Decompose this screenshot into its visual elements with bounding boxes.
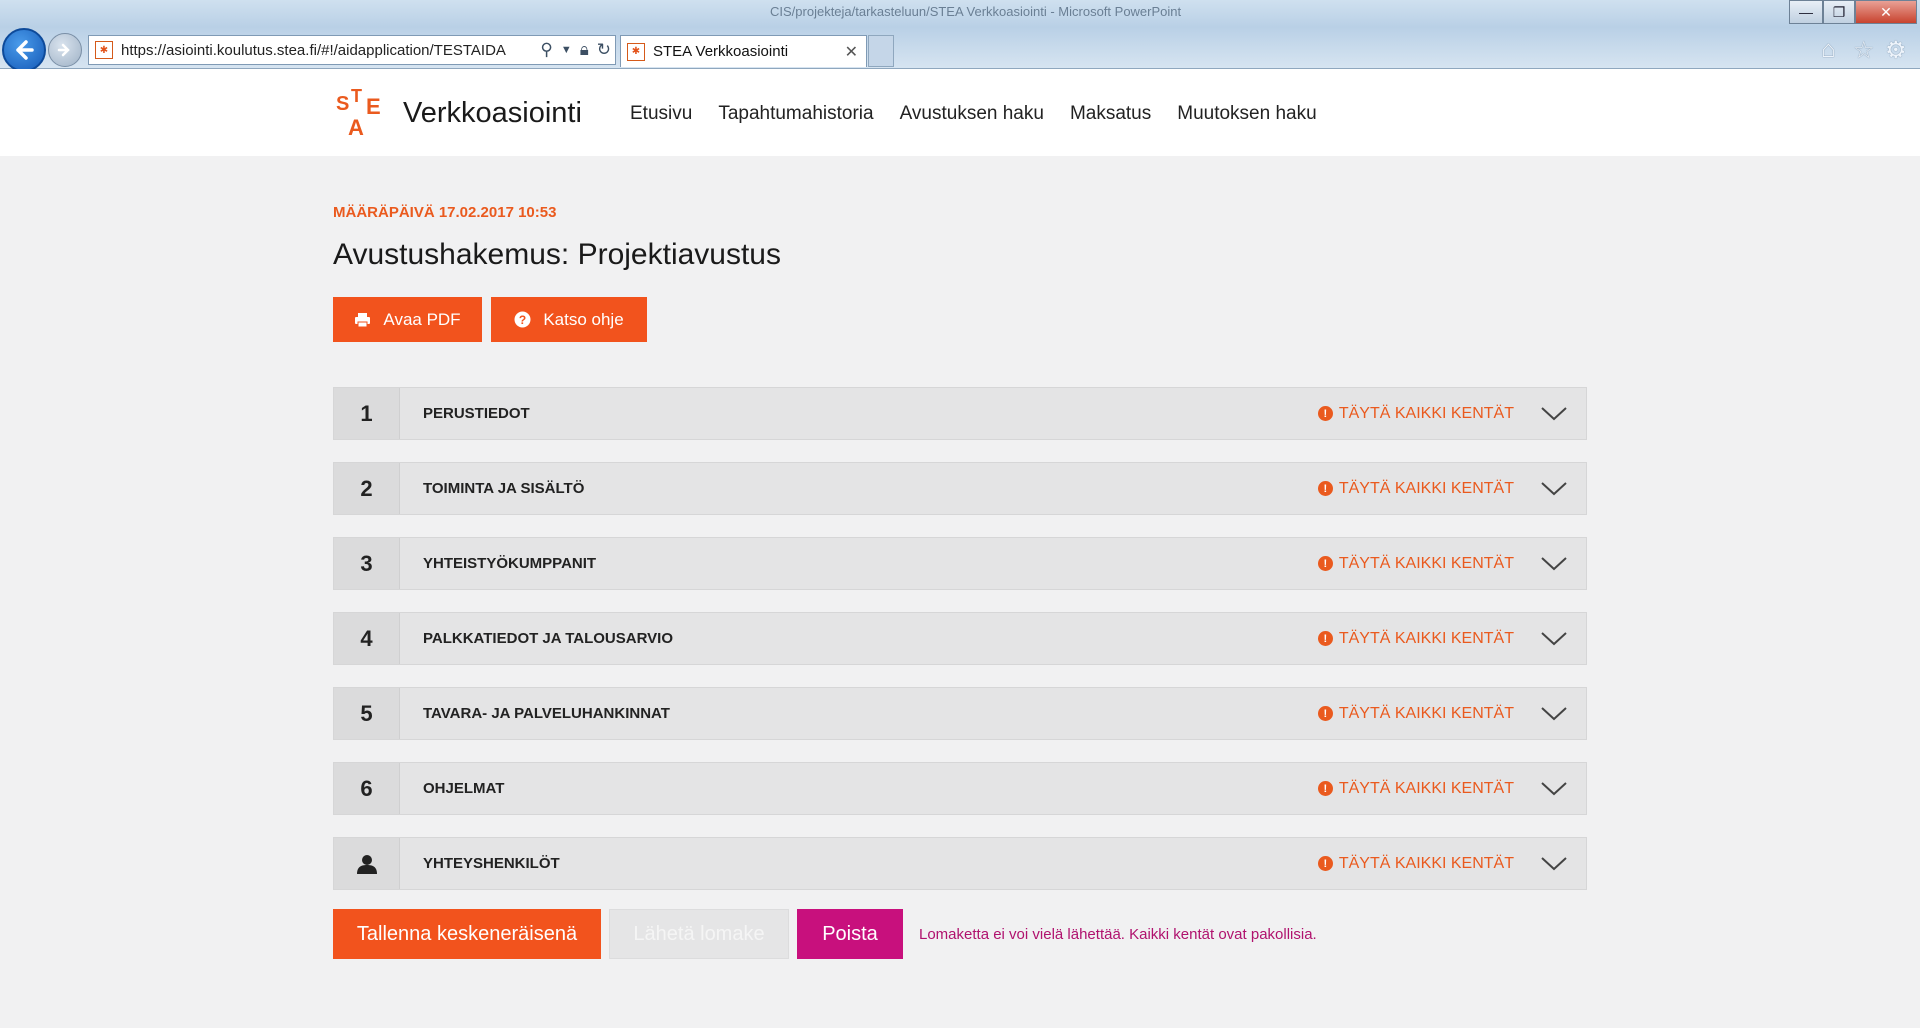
page-title: Avustushakemus: Projektiavustus — [333, 238, 781, 271]
section-status: ! TÄYTÄ KAIKKI KENTÄT — [1317, 405, 1514, 423]
section-status: ! TÄYTÄ KAIKKI KENTÄT — [1317, 555, 1514, 573]
warning-icon: ! — [1317, 481, 1333, 496]
section-tavara-ja-palveluhankinnat[interactable]: 5 TAVARA- JA PALVELUHANKINNAT ! TÄYTÄ KAI… — [333, 687, 1587, 740]
svg-text:A: A — [348, 115, 364, 138]
new-tab-button[interactable] — [868, 35, 894, 67]
address-bar[interactable]: ✱ https://asiointi.koulutus.stea.fi/#!/a… — [88, 35, 616, 65]
maximize-button[interactable]: ❐ — [1823, 0, 1855, 24]
section-ohjelmat[interactable]: 6 OHJELMAT ! TÄYTÄ KAIKKI KENTÄT — [333, 762, 1587, 815]
form-sections: 1 PERUSTIEDOT ! TÄYTÄ KAIKKI KENTÄT 2 TOI… — [333, 387, 1587, 912]
section-status: ! TÄYTÄ KAIKKI KENTÄT — [1317, 780, 1514, 798]
tab-favicon: ✱ — [627, 42, 645, 61]
forward-button[interactable] — [48, 33, 82, 67]
lock-icon[interactable]: 🔒︎ — [580, 40, 589, 60]
site-favicon: ✱ — [95, 41, 113, 59]
open-pdf-button[interactable]: Avaa PDF — [333, 297, 482, 342]
nav-etusivu[interactable]: Etusivu — [630, 103, 692, 125]
section-number: 5 — [334, 688, 400, 739]
dropdown-icon[interactable]: ▼ — [561, 44, 572, 56]
section-number: 4 — [334, 613, 400, 664]
home-icon[interactable]: ⌂ — [1821, 36, 1836, 64]
question-icon: ? — [514, 311, 531, 328]
save-draft-button[interactable]: Tallenna keskeneräisenä — [333, 909, 601, 959]
section-number: 2 — [334, 463, 400, 514]
url-field[interactable]: https://asiointi.koulutus.stea.fi/#!/aid… — [121, 42, 536, 59]
footer-divider — [0, 1028, 1920, 1032]
section-status: ! TÄYTÄ KAIKKI KENTÄT — [1317, 630, 1514, 648]
chevron-down-icon[interactable] — [1540, 780, 1568, 798]
delete-button[interactable]: Poista — [797, 909, 903, 959]
browser-chrome: CIS/projekteja/tarkasteluun/STEA Verkkoa… — [0, 0, 1920, 72]
warning-icon: ! — [1317, 856, 1333, 871]
user-icon — [356, 854, 377, 874]
chevron-down-icon[interactable] — [1540, 855, 1568, 873]
warning-icon: ! — [1317, 706, 1333, 721]
site-header: S T E A Verkkoasiointi Etusivu Tapahtuma… — [0, 69, 1920, 156]
section-palkkatiedot-ja-talousarvio[interactable]: 4 PALKKATIEDOT JA TALOUSARVIO ! TÄYTÄ KAI… — [333, 612, 1587, 665]
warning-icon: ! — [1317, 406, 1333, 421]
section-title: TOIMINTA JA SISÄLTÖ — [423, 480, 585, 497]
back-icon — [16, 40, 34, 60]
browser-tab[interactable]: ✱ STEA Verkkoasiointi ✕ — [620, 35, 867, 67]
star-icon[interactable]: ☆ — [1853, 36, 1875, 65]
open-pdf-label: Avaa PDF — [383, 309, 461, 329]
nav-tapahtumahistoria[interactable]: Tapahtumahistoria — [718, 103, 873, 125]
section-yhteyshenkilot[interactable]: YHTEYSHENKILÖT ! TÄYTÄ KAIKKI KENTÄT — [333, 837, 1587, 890]
chevron-down-icon[interactable] — [1540, 630, 1568, 648]
chevron-down-icon[interactable] — [1540, 705, 1568, 723]
svg-text:S: S — [336, 93, 349, 115]
close-window-button[interactable]: ✕ — [1855, 0, 1917, 24]
svg-text:?: ? — [519, 313, 526, 327]
svg-text:E: E — [366, 94, 381, 119]
form-validation-note: Lomaketta ei voi vielä lähettää. Kaikki … — [919, 925, 1317, 943]
window-title: CIS/projekteja/tarkasteluun/STEA Verkkoa… — [770, 4, 1182, 19]
section-number: 1 — [334, 388, 400, 439]
form-actions: Tallenna keskeneräisenä Lähetä lomake Po… — [333, 909, 1317, 959]
section-number: 6 — [334, 763, 400, 814]
nav-maksatus[interactable]: Maksatus — [1070, 103, 1151, 125]
tab-title: STEA Verkkoasiointi — [653, 43, 789, 60]
section-number — [334, 838, 400, 889]
search-icon[interactable]: ⚲ — [540, 40, 552, 60]
section-status: ! TÄYTÄ KAIKKI KENTÄT — [1317, 705, 1514, 723]
section-status: ! TÄYTÄ KAIKKI KENTÄT — [1317, 480, 1514, 498]
section-perustiedot[interactable]: 1 PERUSTIEDOT ! TÄYTÄ KAIKKI KENTÄT — [333, 387, 1587, 440]
back-button[interactable] — [2, 28, 46, 72]
section-toiminta-ja-sisalto[interactable]: 2 TOIMINTA JA SISÄLTÖ ! TÄYTÄ KAIKKI KENT… — [333, 462, 1587, 515]
nav-muutoksen-haku[interactable]: Muutoksen haku — [1177, 103, 1316, 125]
section-title: PALKKATIEDOT JA TALOUSARVIO — [423, 630, 674, 647]
section-title: YHTEISTYÖKUMPPANIT — [423, 555, 597, 572]
refresh-icon[interactable]: ↻ — [597, 40, 611, 60]
help-button[interactable]: ? Katso ohje — [491, 297, 647, 342]
section-title: YHTEYSHENKILÖT — [423, 855, 560, 872]
deadline-label: MÄÄRÄPÄIVÄ 17.02.2017 10:53 — [333, 204, 557, 221]
section-status: ! TÄYTÄ KAIKKI KENTÄT — [1317, 855, 1514, 873]
printer-icon — [355, 312, 371, 327]
warning-icon: ! — [1317, 556, 1333, 571]
chevron-down-icon[interactable] — [1540, 480, 1568, 498]
minimize-button[interactable]: — — [1789, 0, 1823, 24]
warning-icon: ! — [1317, 631, 1333, 646]
gear-icon[interactable]: ⚙ — [1885, 36, 1907, 65]
nav-avustuksen-haku[interactable]: Avustuksen haku — [900, 103, 1044, 125]
section-yhteistyokumppanit[interactable]: 3 YHTEISTYÖKUMPPANIT ! TÄYTÄ KAIKKI KENTÄ… — [333, 537, 1587, 590]
section-title: TAVARA- JA PALVELUHANKINNAT — [423, 705, 670, 722]
section-title: OHJELMAT — [423, 780, 505, 797]
send-form-button[interactable]: Lähetä lomake — [609, 909, 789, 959]
chevron-down-icon[interactable] — [1540, 405, 1568, 423]
section-title: PERUSTIEDOT — [423, 405, 530, 422]
stea-logo[interactable]: S T E A — [334, 88, 386, 138]
chevron-down-icon[interactable] — [1540, 555, 1568, 573]
section-number: 3 — [334, 538, 400, 589]
close-tab-icon[interactable]: ✕ — [845, 42, 858, 62]
main-nav: Etusivu Tapahtumahistoria Avustuksen hak… — [630, 103, 1317, 125]
warning-icon: ! — [1317, 781, 1333, 796]
svg-text:T: T — [351, 88, 362, 106]
forward-icon — [57, 43, 70, 57]
site-title[interactable]: Verkkoasiointi — [403, 97, 582, 130]
help-label: Katso ohje — [543, 309, 624, 329]
